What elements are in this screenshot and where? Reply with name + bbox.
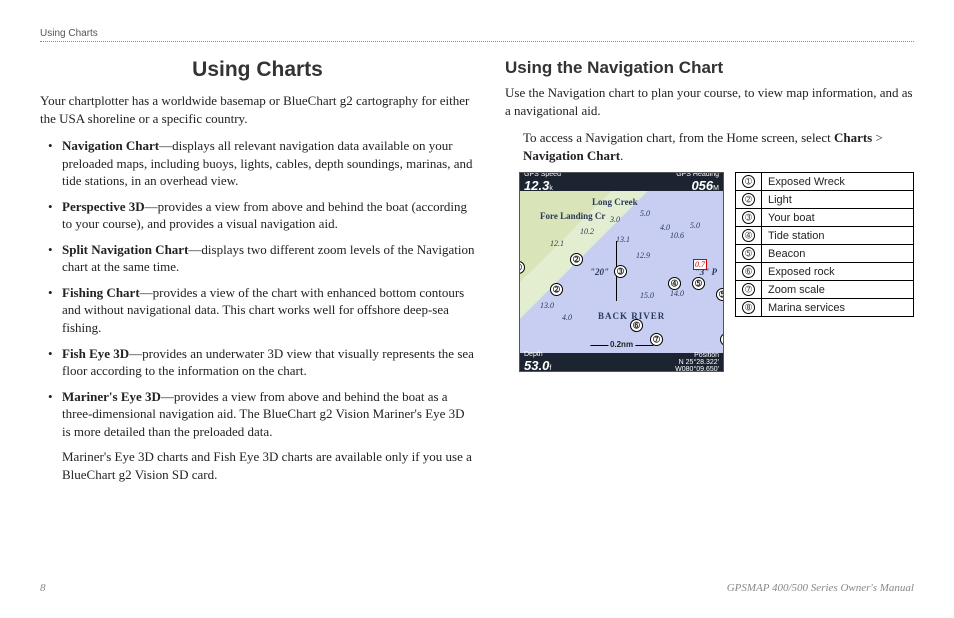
legend-label: Exposed rock [762, 263, 914, 281]
right-column: Using the Navigation Chart Use the Navig… [505, 58, 914, 483]
left-column: Using Charts Your chartplotter has a wor… [40, 58, 475, 483]
list-item: Mariner's Eye 3D—provides a view from ab… [62, 388, 475, 441]
depth-label: Depth [524, 351, 551, 358]
sounding: 4.0 [562, 313, 572, 322]
screen-bottom-bar: Depth 53.0f Position N 25°28.322' W080°0… [520, 353, 723, 371]
sounding: 13.1 [616, 235, 630, 244]
access-end: . [620, 148, 623, 163]
table-row: ➅ Exposed rock [736, 263, 914, 281]
sounding: 5.0 [690, 221, 700, 230]
sounding: 0.7 [693, 259, 707, 270]
access-instruction: To access a Navigation chart, from the H… [523, 129, 914, 164]
navigation-chart-figure: GPS Speed 12.3k GPS Heading 056M Long Cr… [505, 172, 725, 372]
sounding: 5.0 [640, 209, 650, 218]
depth-value: 53.0 [524, 358, 549, 372]
term: Perspective 3D [62, 199, 145, 214]
table-row: ➀ Exposed Wreck [736, 173, 914, 191]
legend-num-icon: ➀ [742, 175, 755, 188]
sounding: 4.0 [660, 223, 670, 232]
sounding: 12.1 [550, 239, 564, 248]
term: Fishing Chart [62, 285, 140, 300]
section-title: Using Charts [40, 58, 475, 82]
marker-label: "20" [590, 267, 609, 277]
table-row: ➆ Zoom scale [736, 281, 914, 299]
manual-title: GPSMAP 400/500 Series Owner's Manual [727, 582, 914, 594]
legend-num-icon: ➂ [742, 211, 755, 224]
header-rule [40, 41, 914, 42]
position-lat: N 25°28.322' [675, 359, 719, 366]
list-item: Fishing Chart—provides a view of the cha… [62, 284, 475, 337]
list-item: Fish Eye 3D—provides an underwater 3D vi… [62, 345, 475, 380]
term: Mariner's Eye 3D [62, 389, 161, 404]
chart-type-list: Navigation Chart—displays all relevant n… [40, 137, 475, 440]
table-row: ➁ Light [736, 191, 914, 209]
device-screen: GPS Speed 12.3k GPS Heading 056M Long Cr… [519, 172, 724, 372]
screen-top-bar: GPS Speed 12.3k GPS Heading 056M [520, 173, 723, 191]
breadcrumb-sep: > [872, 130, 883, 145]
legend-num-icon: ➆ [742, 283, 755, 296]
legend-num-icon: ➄ [742, 247, 755, 260]
list-item: Navigation Chart—displays all relevant n… [62, 137, 475, 190]
legend-label: Tide station [762, 227, 914, 245]
table-row: ➄ Beacon [736, 245, 914, 263]
legend-num-icon: ➁ [742, 193, 755, 206]
sounding: 14.0 [670, 289, 684, 298]
legend-label: Exposed Wreck [762, 173, 914, 191]
list-item: Perspective 3D—provides a view from abov… [62, 198, 475, 233]
term: Fish Eye 3D [62, 346, 129, 361]
intro-text: Your chartplotter has a worldwide basema… [40, 92, 475, 127]
legend-label: Light [762, 191, 914, 209]
legend-num-icon: ➃ [742, 229, 755, 242]
running-header: Using Charts [40, 28, 914, 39]
page-number: 8 [40, 582, 46, 594]
legend-label: Zoom scale [762, 281, 914, 299]
table-row: ➇ Marina services [736, 299, 914, 317]
access-pre: To access a Navigation chart, from the H… [523, 130, 834, 145]
legend-num-icon: ➇ [742, 301, 755, 314]
list-item: Split Navigation Chart—displays two diff… [62, 241, 475, 276]
depth-unit: f [549, 365, 551, 372]
place-label: Fore Landing Cr [540, 211, 605, 221]
table-row: ➃ Tide station [736, 227, 914, 245]
legend-label: Beacon [762, 245, 914, 263]
zoom-scale: 0.2nm [588, 340, 655, 349]
table-row: ➂ Your boat [736, 209, 914, 227]
subsection-title: Using the Navigation Chart [505, 58, 914, 78]
subsection-intro: Use the Navigation chart to plan your co… [505, 84, 914, 119]
position-label: Position [675, 352, 719, 359]
sounding: 12.9 [636, 251, 650, 260]
breadcrumb-charts: Charts [834, 130, 872, 145]
legend-num-icon: ➅ [742, 265, 755, 278]
availability-note: Mariner's Eye 3D charts and Fish Eye 3D … [40, 448, 475, 483]
place-label: Long Creek [592, 197, 638, 207]
sounding: 10.2 [580, 227, 594, 236]
sounding: 13.0 [540, 301, 554, 310]
legend-table: ➀ Exposed Wreck ➁ Light ➂ Your boat ➃ Tide s… [735, 172, 914, 317]
sounding: 10.6 [670, 231, 684, 240]
term: Navigation Chart [62, 138, 159, 153]
sounding: 3.0 [610, 215, 620, 224]
legend-label: Marina services [762, 299, 914, 317]
sounding: 15.0 [640, 291, 654, 300]
breadcrumb-navchart: Navigation Chart [523, 148, 620, 163]
page-footer: 8 GPSMAP 400/500 Series Owner's Manual [40, 582, 914, 594]
position-lon: W080°09.650' [675, 366, 719, 373]
callout-5b: ➄ [716, 288, 724, 301]
term: Split Navigation Chart [62, 242, 188, 257]
legend-label: Your boat [762, 209, 914, 227]
